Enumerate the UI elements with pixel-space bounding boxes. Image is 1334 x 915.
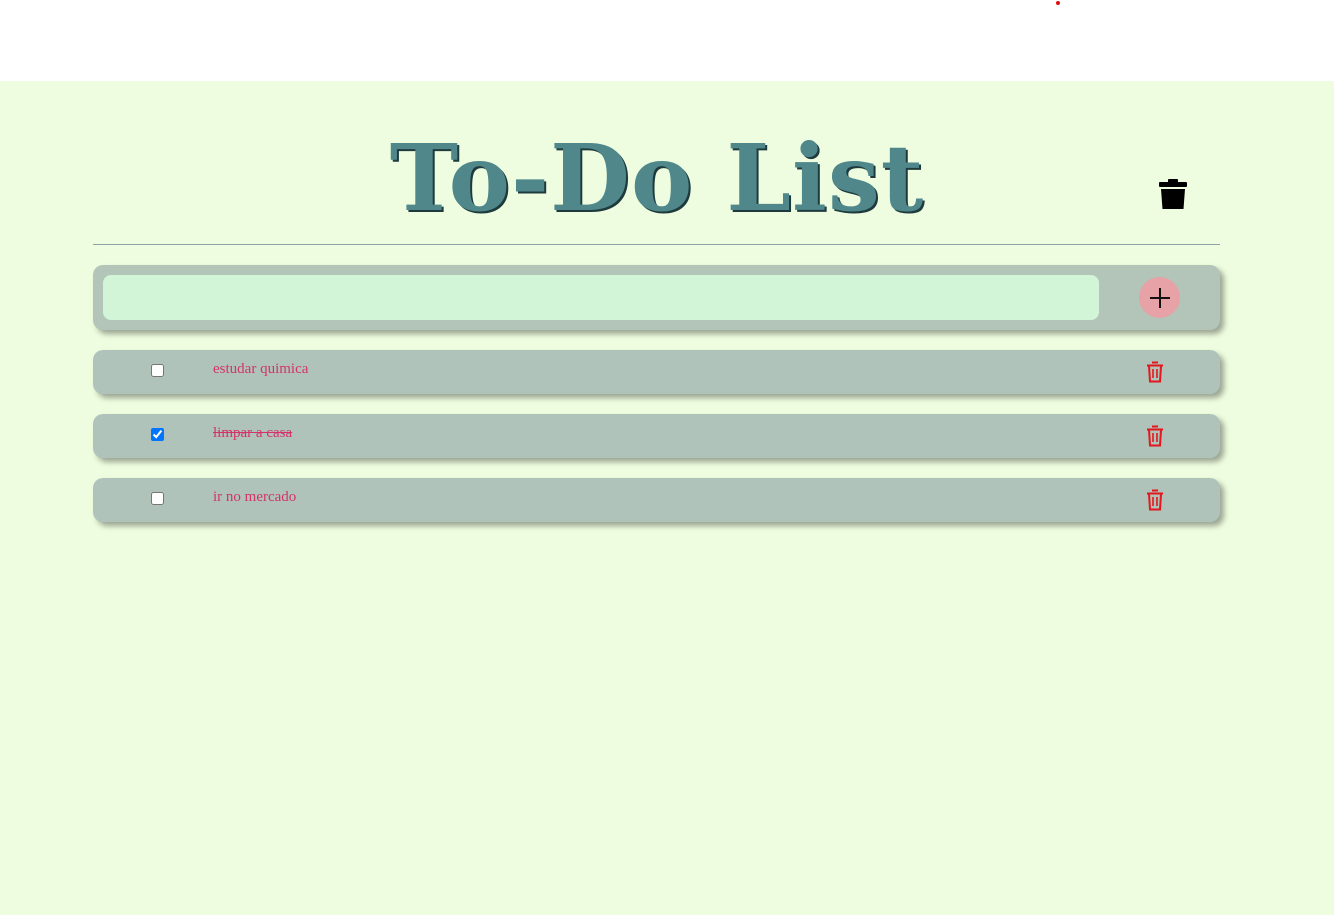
task-list: estudar quimica limpar a casa ir no merc… [93, 350, 1220, 542]
trash-outline-icon [1147, 361, 1163, 383]
task-checkbox[interactable] [151, 364, 164, 377]
delete-task-button[interactable] [1145, 361, 1165, 383]
plus-icon [1149, 287, 1170, 308]
page-title: To-Do List [389, 124, 925, 232]
task-item: ir no mercado [93, 478, 1220, 522]
new-task-bar [93, 265, 1220, 330]
task-item: estudar quimica [93, 350, 1220, 394]
task-text: estudar quimica [213, 361, 309, 377]
task-checkbox[interactable] [151, 492, 164, 505]
task-text: limpar a casa [213, 425, 293, 441]
task-text: ir no mercado [213, 489, 297, 505]
new-task-input[interactable] [103, 275, 1099, 320]
task-checkbox[interactable] [151, 428, 164, 441]
red-dot [1056, 1, 1060, 5]
add-task-button[interactable] [1139, 277, 1180, 318]
delete-task-button[interactable] [1145, 425, 1165, 447]
trash-outline-icon [1147, 425, 1163, 447]
top-strip [0, 0, 1334, 81]
todo-app: To-Do List estudar quimica limpar a casa… [0, 81, 1334, 915]
trash-outline-icon [1147, 489, 1163, 511]
trash-icon [1159, 179, 1187, 209]
clear-all-button[interactable] [1156, 177, 1190, 211]
task-item: limpar a casa [93, 414, 1220, 458]
divider [93, 244, 1220, 245]
delete-task-button[interactable] [1145, 489, 1165, 511]
